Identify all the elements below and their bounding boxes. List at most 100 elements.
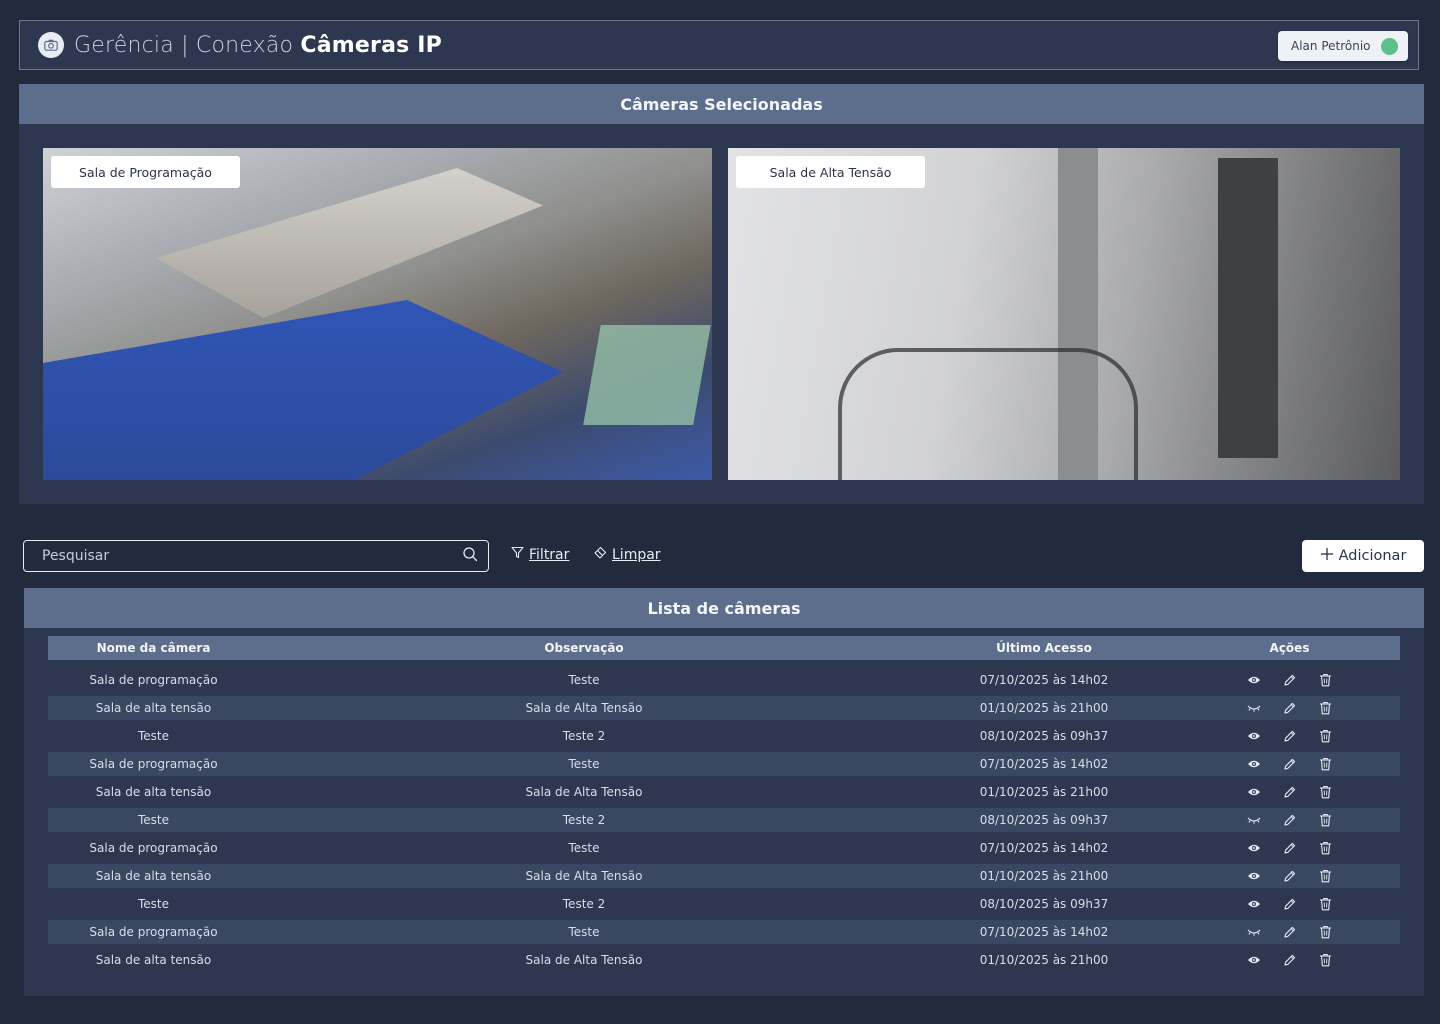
eye-icon[interactable]	[1246, 672, 1262, 688]
camera-feed-label: Sala de Programação	[51, 156, 240, 188]
pencil-icon[interactable]	[1282, 728, 1298, 744]
cell-camera-name: Sala de alta tensão	[95, 701, 212, 715]
user-menu[interactable]: Alan Petrônio	[1278, 31, 1408, 61]
eye-icon[interactable]	[1246, 784, 1262, 800]
pencil-icon[interactable]	[1282, 952, 1298, 968]
cell-actions	[1179, 728, 1400, 744]
cell-last-access: 01/10/2025 às 21h00	[979, 869, 1109, 883]
plus-icon	[1320, 547, 1334, 565]
table-row[interactable]: Sala de alta tensão Sala de Alta Tensão 01…	[48, 864, 1400, 888]
camera-feed-2[interactable]: Sala de Alta Tensão	[728, 148, 1400, 480]
cell-camera-name: Teste	[137, 729, 169, 743]
cell-last-access: 07/10/2025 às 14h02	[979, 841, 1109, 855]
eye-icon[interactable]	[1246, 840, 1262, 856]
cell-last-access: 08/10/2025 às 09h37	[979, 729, 1109, 743]
trash-icon[interactable]	[1318, 896, 1334, 912]
cell-note: Sala de Alta Tensão	[525, 785, 643, 799]
camera-feed-1[interactable]: Sala de Programação	[43, 148, 712, 480]
clear-label: Limpar	[612, 547, 661, 563]
trash-icon[interactable]	[1318, 700, 1334, 716]
feed-desk	[156, 168, 543, 318]
eye-closed-icon[interactable]	[1246, 924, 1262, 940]
table-row[interactable]: Teste Teste 2 08/10/2025 às 09h37	[48, 724, 1400, 748]
cell-actions	[1179, 952, 1400, 968]
trash-icon[interactable]	[1318, 952, 1334, 968]
table-row[interactable]: Teste Teste 2 08/10/2025 às 09h37	[48, 808, 1400, 832]
cell-note: Teste	[568, 925, 600, 939]
trash-icon[interactable]	[1318, 756, 1334, 772]
cell-actions	[1179, 840, 1400, 856]
eraser-icon	[593, 546, 607, 564]
camera-list-panel: Lista de câmeras Nome da câmera Observaç…	[24, 588, 1424, 996]
cell-note: Teste 2	[562, 897, 606, 911]
trash-icon[interactable]	[1318, 784, 1334, 800]
pencil-icon[interactable]	[1282, 896, 1298, 912]
feed-door	[1218, 158, 1278, 458]
table-body: Sala de programação Teste 07/10/2025 às 14…	[48, 668, 1400, 972]
cell-last-access: 07/10/2025 às 14h02	[979, 757, 1109, 771]
pencil-icon[interactable]	[1282, 812, 1298, 828]
cell-camera-name: Sala de programação	[89, 841, 218, 855]
cell-note: Teste	[568, 673, 600, 687]
trash-icon[interactable]	[1318, 672, 1334, 688]
table-row[interactable]: Teste Teste 2 08/10/2025 às 09h37	[48, 892, 1400, 916]
table-row[interactable]: Sala de alta tensão Sala de Alta Tensão 01…	[48, 948, 1400, 972]
pencil-icon[interactable]	[1282, 868, 1298, 884]
search-icon[interactable]	[462, 546, 478, 566]
pencil-icon[interactable]	[1282, 700, 1298, 716]
cell-last-access: 08/10/2025 às 09h37	[979, 897, 1109, 911]
eye-icon[interactable]	[1246, 952, 1262, 968]
feed-box	[583, 325, 711, 425]
filter-button[interactable]: Filtrar	[511, 546, 569, 563]
eye-closed-icon[interactable]	[1246, 812, 1262, 828]
eye-icon[interactable]	[1246, 728, 1262, 744]
cell-note: Sala de Alta Tensão	[525, 869, 643, 883]
trash-icon[interactable]	[1318, 728, 1334, 744]
cell-actions	[1179, 756, 1400, 772]
cell-camera-name: Sala de programação	[89, 925, 218, 939]
camera-table: Nome da câmera Observação Último Acesso …	[48, 636, 1400, 972]
pencil-icon[interactable]	[1282, 756, 1298, 772]
selected-cameras-panel: Câmeras Selecionadas Sala de Programação…	[19, 84, 1424, 504]
table-row[interactable]: Sala de programação Teste 07/10/2025 às 14…	[48, 668, 1400, 692]
table-row[interactable]: Sala de programação Teste 07/10/2025 às 14…	[48, 752, 1400, 776]
pencil-icon[interactable]	[1282, 672, 1298, 688]
pencil-icon[interactable]	[1282, 784, 1298, 800]
eye-icon[interactable]	[1246, 868, 1262, 884]
add-camera-button[interactable]: Adicionar	[1302, 540, 1424, 572]
cell-last-access: 01/10/2025 às 21h00	[979, 953, 1109, 967]
trash-icon[interactable]	[1318, 924, 1334, 940]
pencil-icon[interactable]	[1282, 840, 1298, 856]
eye-icon[interactable]	[1246, 756, 1262, 772]
search-input[interactable]	[42, 548, 462, 564]
clear-button[interactable]: Limpar	[593, 546, 661, 564]
page-title: Gerência | Conexão Câmeras IP	[74, 32, 442, 58]
add-label: Adicionar	[1338, 548, 1407, 564]
column-header-actions: Ações	[1269, 641, 1310, 655]
cell-actions	[1179, 924, 1400, 940]
trash-icon[interactable]	[1318, 812, 1334, 828]
eye-closed-icon[interactable]	[1246, 700, 1262, 716]
cell-last-access: 08/10/2025 às 09h37	[979, 813, 1109, 827]
user-name: Alan Petrônio	[1291, 39, 1371, 53]
table-row[interactable]: Sala de alta tensão Sala de Alta Tensão 01…	[48, 780, 1400, 804]
cell-last-access: 07/10/2025 às 14h02	[979, 673, 1109, 687]
table-row[interactable]: Sala de alta tensão Sala de Alta Tensão 01…	[48, 696, 1400, 720]
table-row[interactable]: Sala de programação Teste 07/10/2025 às 14…	[48, 920, 1400, 944]
search-box	[23, 540, 489, 572]
table-row[interactable]: Sala de programação Teste 07/10/2025 às 14…	[48, 836, 1400, 860]
eye-icon[interactable]	[1246, 896, 1262, 912]
cell-note: Teste 2	[562, 729, 606, 743]
cell-camera-name: Sala de alta tensão	[95, 869, 212, 883]
list-toolbar: Filtrar Limpar Adicionar	[23, 540, 1424, 572]
feed-bicycle	[838, 348, 1138, 480]
trash-icon[interactable]	[1318, 868, 1334, 884]
cell-last-access: 01/10/2025 às 21h00	[979, 785, 1109, 799]
pencil-icon[interactable]	[1282, 924, 1298, 940]
cell-note: Sala de Alta Tensão	[525, 953, 643, 967]
cell-actions	[1179, 896, 1400, 912]
trash-icon[interactable]	[1318, 840, 1334, 856]
cell-camera-name: Teste	[137, 813, 169, 827]
cell-note: Teste 2	[562, 813, 606, 827]
cell-camera-name: Sala de programação	[89, 673, 218, 687]
